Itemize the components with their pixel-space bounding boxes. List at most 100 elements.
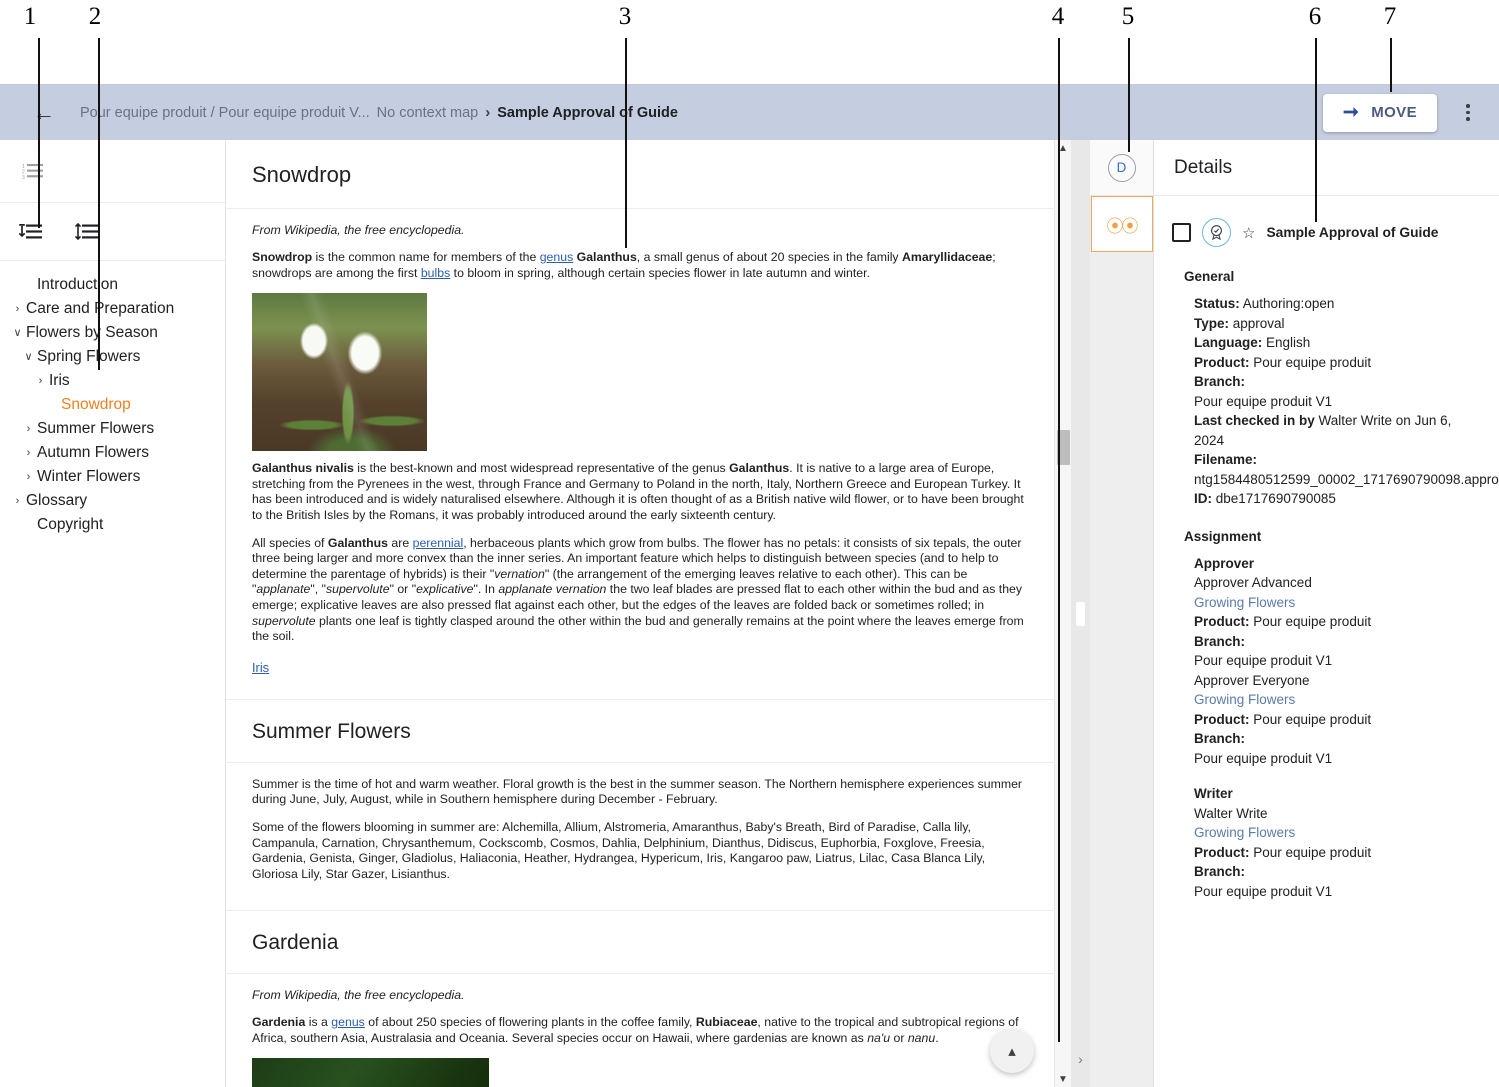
numbered-list-icon[interactable]: 1 2 3 [20, 158, 46, 184]
breadcrumb-path[interactable]: Pour equipe produit / Pour equipe produi… [80, 105, 370, 121]
main-body: 1 2 3 Introduction › Care and Preparatio… [0, 140, 1499, 1087]
assignee-product: Product: Pour equipe produit [1194, 843, 1481, 863]
snowdrop-paragraph-1: Snowdrop is the common name for members … [252, 250, 1028, 281]
toc-item-glossary[interactable]: › Glossary [0, 489, 225, 513]
toc-item-introduction[interactable]: Introduction [0, 273, 225, 297]
genus-link[interactable]: genus [540, 250, 574, 264]
text: to bloom in spring, although certain spe… [450, 265, 870, 280]
toc-item-label: Autumn Flowers [37, 444, 149, 461]
document-title-bar: Snowdrop [226, 140, 1054, 209]
chevron-right-icon[interactable]: › [32, 369, 49, 393]
toc-item-iris[interactable]: › Iris [0, 369, 225, 393]
iris-link[interactable]: Iris [252, 660, 269, 675]
scroll-up-arrow-icon[interactable]: ▲ [1055, 140, 1071, 156]
toc-header: 1 2 3 [0, 140, 225, 203]
term-gardenia: Gardenia [252, 1015, 306, 1030]
toc-item-flowers-by-season[interactable]: ∨ Flowers by Season [0, 321, 225, 345]
scroll-to-top-button[interactable]: ▴ [990, 1029, 1034, 1073]
assignee-group-link[interactable]: Growing Flowers [1194, 593, 1481, 613]
rail-header: D [1090, 140, 1153, 196]
term-galanthus-2: Galanthus [729, 461, 790, 476]
details-panel: Details ☆ Sample Approval of Guide Gener… [1154, 140, 1499, 1087]
summer-paragraph-2: Some of the flowers blooming in summer a… [252, 819, 986, 881]
scroll-down-arrow-icon[interactable]: ▼ [1055, 1071, 1071, 1087]
breadcrumb-current: Sample Approval of Guide [497, 104, 678, 121]
toc-item-label: Care and Preparation [26, 300, 175, 317]
text: ". In [473, 582, 499, 597]
assignee-product: Product: Pour equipe produit [1194, 612, 1481, 632]
snowdrop-paragraph-2: Galanthus nivalis is the best-known and … [252, 461, 1028, 523]
expand-panel-chevron-icon[interactable]: › [1071, 1051, 1090, 1067]
field-key: Product: [1194, 711, 1250, 727]
assignee-group-link[interactable]: Growing Flowers [1194, 690, 1481, 710]
summer-flowers-heading-bar: Summer Flowers [226, 698, 1054, 763]
general-field: Filename: ntg1584480512599_00002_1717690… [1194, 450, 1499, 489]
toc-item-autumn-flowers[interactable]: › Autumn Flowers [0, 441, 225, 465]
text: is the best-known and most widespread re… [353, 461, 730, 476]
toc-item-spring-flowers[interactable]: ∨ Spring Flowers [0, 345, 225, 369]
star-outline-icon[interactable]: ☆ [1242, 224, 1255, 242]
perennial-link[interactable]: perennial [413, 536, 464, 550]
rail-tab-links[interactable]: ⦿⦿ [1090, 196, 1153, 252]
chevron-down-icon[interactable]: ∨ [20, 345, 37, 369]
assignee-group-link[interactable]: Growing Flowers [1194, 823, 1481, 843]
back-arrow-icon[interactable]: ← [30, 99, 58, 127]
chevron-right-icon[interactable]: › [20, 417, 37, 441]
toc-item-winter-flowers[interactable]: › Winter Flowers [0, 465, 225, 489]
approval-badge-icon [1202, 218, 1231, 247]
snowdrop-paragraph-3: All species of Galanthus are perennial, … [252, 536, 1028, 645]
general-field: ID: dbe1717690790085 [1194, 489, 1481, 509]
gardenia-wikipedia-credit: From Wikipedia, the free encyclopedia. [252, 988, 465, 1003]
summer-paragraph-1: Summer is the time of hot and warm weath… [252, 776, 1023, 807]
chevron-right-icon[interactable]: › [9, 489, 26, 513]
toc-item-snowdrop[interactable]: Snowdrop [0, 393, 225, 417]
term-rubiaceae: Rubiaceae [695, 1015, 758, 1030]
expand-all-icon[interactable] [18, 219, 44, 245]
details-avatar-icon[interactable]: D [1107, 153, 1136, 182]
text: . [935, 1030, 939, 1045]
breadcrumb-context-map[interactable]: No context map [377, 105, 479, 121]
chevron-right-icon[interactable]: › [20, 465, 37, 489]
field-key: Product: [1194, 614, 1250, 629]
field-key: Last checked in by [1194, 413, 1315, 428]
gardenia-paragraph-1: Gardenia is a genus of about 250 species… [252, 1015, 1028, 1046]
move-button[interactable]: ➞ MOVE [1322, 93, 1437, 132]
application-window: ← Pour equipe produit / Pour equipe prod… [0, 84, 1499, 1087]
general-field: Pour equipe produit V1 [1194, 392, 1481, 412]
callout-number: 7 [1383, 3, 1397, 30]
chevron-right-icon[interactable]: › [9, 297, 26, 321]
term-applanate-vernation: applanate vernation [498, 582, 607, 597]
kebab-menu-icon[interactable] [1451, 96, 1485, 130]
snowdrop-photo [252, 293, 427, 452]
toc-item-care-and-preparation[interactable]: › Care and Preparation [0, 297, 225, 321]
toc-item-summer-flowers[interactable]: › Summer Flowers [0, 417, 225, 441]
chevron-right-icon[interactable]: › [20, 441, 37, 465]
bulbs-link[interactable]: bulbs [421, 266, 450, 280]
gardenia-genus-link[interactable]: genus [331, 1015, 365, 1029]
splitter-grip[interactable] [1076, 601, 1085, 626]
collapse-all-icon[interactable] [74, 219, 100, 245]
field-value: ntg1584480512599_00002_1717690790098.app… [1194, 471, 1499, 487]
document-scrollbar[interactable]: ▲ ▼ [1054, 140, 1071, 1087]
scrollbar-thumb[interactable] [1057, 430, 1070, 465]
general-field: Status: Authoring:open [1194, 294, 1481, 314]
assignee-branch-value: Pour equipe produit V1 [1194, 750, 1333, 766]
term-supervolute-2: supervolute [252, 613, 316, 628]
field-value: English [1262, 335, 1311, 350]
field-value: Pour equipe produit V1 [1194, 393, 1333, 409]
field-value: Pour equipe produit [1249, 614, 1372, 629]
toc-item-label: Summer Flowers [37, 420, 155, 437]
field-key: Branch: [1194, 374, 1246, 389]
field-key: Product: [1194, 844, 1250, 860]
field-key: Type: [1194, 315, 1230, 331]
term-applanate: applanate [256, 582, 311, 597]
assignment-role: Writer [1194, 786, 1233, 801]
toc-item-copyright[interactable]: Copyright [0, 513, 225, 537]
term-nau: na'u [867, 1030, 891, 1045]
details-title: Details [1174, 156, 1233, 178]
general-field: Language: English [1194, 333, 1481, 353]
panel-splitter[interactable]: › [1071, 140, 1090, 1087]
text: , a small genus of about 20 species in t… [636, 250, 902, 264]
checkbox-unchecked-icon[interactable] [1172, 223, 1191, 242]
chevron-down-icon[interactable]: ∨ [9, 321, 26, 345]
